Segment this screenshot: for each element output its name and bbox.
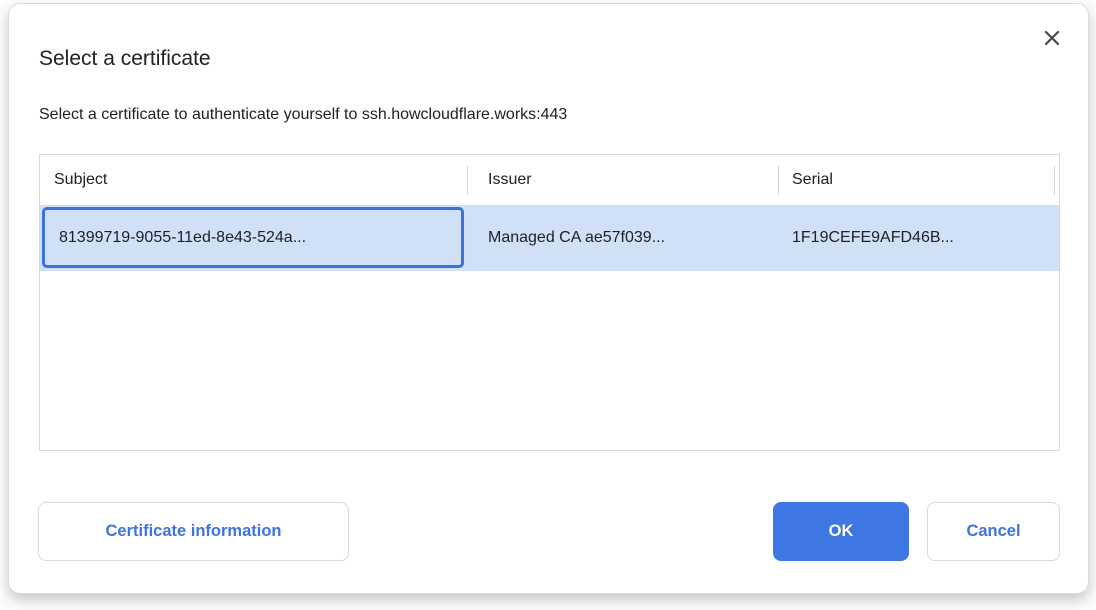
- cell-serial: 1F19CEFE9AFD46B...: [792, 205, 954, 271]
- close-icon: [1042, 28, 1062, 48]
- column-separator: [1054, 166, 1055, 195]
- column-header-serial[interactable]: Serial: [792, 155, 833, 205]
- ok-button[interactable]: OK: [773, 502, 909, 561]
- column-header-subject[interactable]: Subject: [54, 155, 107, 205]
- certificate-table: Subject Issuer Serial 81399719-9055-11ed…: [39, 154, 1060, 451]
- column-header-issuer[interactable]: Issuer: [488, 155, 532, 205]
- cancel-button[interactable]: Cancel: [927, 502, 1060, 561]
- cell-subject: 81399719-9055-11ed-8e43-524a...: [59, 205, 306, 271]
- column-separator: [467, 166, 468, 195]
- table-row[interactable]: 81399719-9055-11ed-8e43-524a... Managed …: [40, 205, 1059, 271]
- column-separator: [778, 166, 779, 195]
- dialog-subtitle: Select a certificate to authenticate you…: [39, 106, 567, 124]
- table-header-row: Subject Issuer Serial: [40, 155, 1059, 205]
- certificate-information-button[interactable]: Certificate information: [38, 502, 349, 561]
- close-button[interactable]: [1038, 24, 1066, 52]
- certificate-select-dialog: Select a certificate Select a certificat…: [8, 3, 1089, 594]
- cell-issuer: Managed CA ae57f039...: [488, 205, 665, 271]
- dialog-title: Select a certificate: [39, 47, 211, 71]
